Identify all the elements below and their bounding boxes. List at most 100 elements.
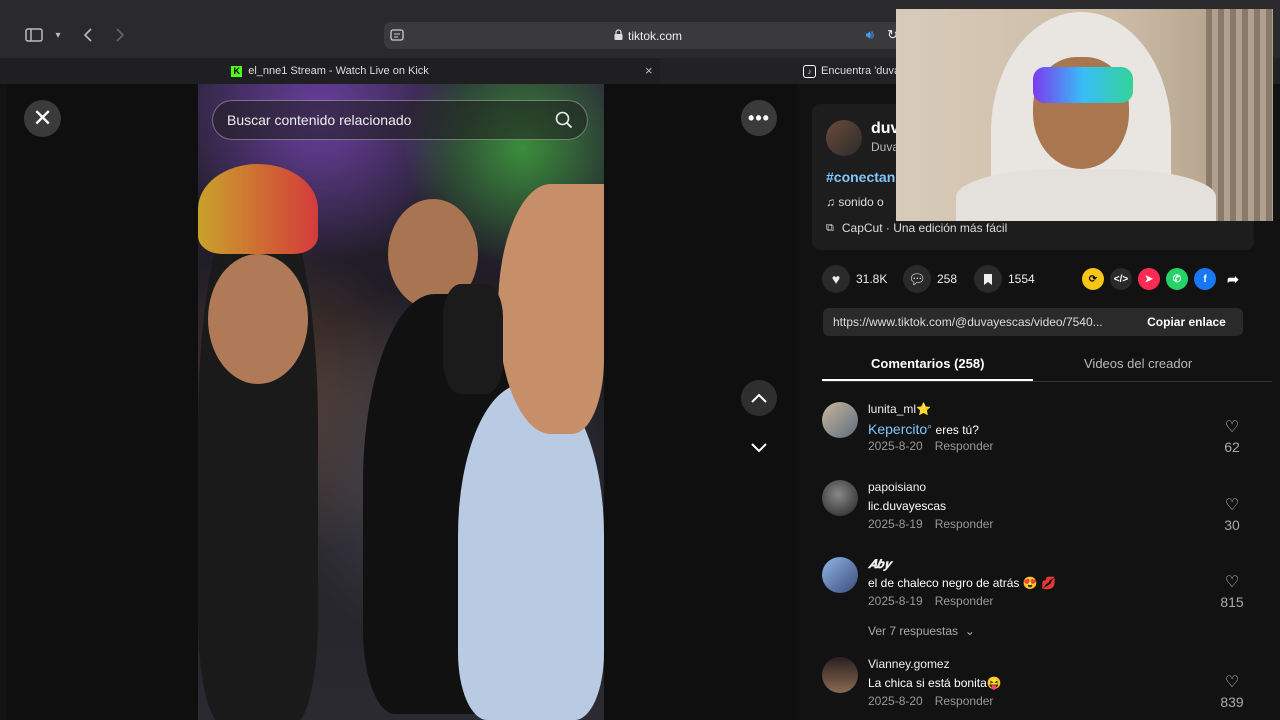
comment-like-count: 62 xyxy=(1224,439,1240,455)
comment-username[interactable]: Vianney.gomez xyxy=(868,657,950,671)
speaker-icon[interactable]: 🔊︎ xyxy=(866,27,874,43)
video-figure xyxy=(198,164,318,254)
share-link-row: https://www.tiktok.com/@duvayescas/video… xyxy=(823,308,1243,336)
more-options-icon[interactable]: ••• xyxy=(741,100,777,136)
comment-date: 2025-8-19 xyxy=(868,594,923,608)
hashtag-link[interactable]: #conectan xyxy=(826,169,895,185)
tab-kick[interactable]: K el_nne1 Stream - Watch Live on Kick × xyxy=(0,58,660,84)
comment-meta: 2025-8-19 Responder xyxy=(868,594,993,608)
creator-avatar[interactable] xyxy=(826,120,862,156)
save-button[interactable]: 1554 xyxy=(974,265,1035,293)
view-replies-button[interactable]: Ver 7 respuestas ⌄ xyxy=(868,624,975,638)
chevron-down-icon[interactable]: ▾ xyxy=(52,22,64,48)
next-video-button[interactable] xyxy=(741,430,777,466)
capcut-link[interactable]: ⧉ CapCut · Una edición más fácil xyxy=(826,221,1007,235)
close-tab-icon[interactable]: × xyxy=(645,63,653,78)
send-icon[interactable]: ➤ xyxy=(1138,268,1160,290)
comment-date: 2025-8-20 xyxy=(868,439,923,453)
chevron-down-icon xyxy=(751,443,767,453)
comment-meta: 2025-8-20 Responder xyxy=(868,694,993,708)
reader-icon[interactable] xyxy=(390,28,404,45)
reply-button[interactable]: Responder xyxy=(935,594,994,608)
comment-like-count: 839 xyxy=(1220,694,1244,710)
like-button[interactable]: ♥ 31.8K xyxy=(822,265,887,293)
lock-icon xyxy=(614,28,623,43)
microphone xyxy=(443,284,503,394)
view-replies-label: Ver 7 respuestas xyxy=(868,624,959,638)
curtain xyxy=(1206,9,1273,221)
tab-creator-videos[interactable]: Videos del creador xyxy=(1084,356,1192,371)
avatar[interactable] xyxy=(822,480,858,516)
avatar[interactable] xyxy=(822,557,858,593)
whatsapp-icon[interactable]: ✆ xyxy=(1166,268,1188,290)
tab-comments[interactable]: Comentarios (258) xyxy=(871,356,984,371)
chevron-down-icon: ⌄ xyxy=(961,624,975,638)
video-figure xyxy=(208,254,308,384)
comment-date: 2025-8-19 xyxy=(868,517,923,531)
search-icon[interactable] xyxy=(555,111,573,132)
capcut-icon: ⧉ xyxy=(826,221,834,234)
comment-button[interactable]: 💬︎ 258 xyxy=(903,265,957,293)
comment-like-button[interactable]: ♡ 815 xyxy=(1218,572,1246,610)
reply-button[interactable]: Responder xyxy=(935,439,994,453)
heart-outline-icon: ♡ xyxy=(1224,497,1240,514)
comment-like-button[interactable]: ♡ 62 xyxy=(1218,417,1246,455)
comment-username[interactable]: lunita_ml⭐ xyxy=(868,402,931,416)
comment-body: el de chaleco negro de atrás 😍 💋 xyxy=(868,576,1056,590)
save-count: 1554 xyxy=(1008,272,1035,286)
heart-outline-icon: ♡ xyxy=(1224,674,1240,691)
video-link[interactable]: https://www.tiktok.com/@duvayescas/video… xyxy=(823,315,1133,329)
comment-item: 𝑨𝒃𝒚 el de chaleco negro de atrás 😍 💋 202… xyxy=(822,557,1252,642)
previous-video-button[interactable] xyxy=(741,380,777,416)
comment-item: lunita_ml⭐ Kepercito⌕ eres tú? 2025-8-20… xyxy=(822,402,1252,462)
comment-like-button[interactable]: ♡ 839 xyxy=(1218,672,1246,710)
active-tab-indicator xyxy=(822,379,1033,381)
comment-body: eres tú? xyxy=(932,423,979,437)
share-icon[interactable]: ➦ xyxy=(1222,268,1244,290)
heart-icon: ♥ xyxy=(822,265,850,293)
comment-like-button[interactable]: ♡ 30 xyxy=(1218,495,1246,533)
comments-tabs: Comentarios (258) Videos del creador xyxy=(822,350,1272,382)
repost-icon[interactable]: ⟳ xyxy=(1082,268,1104,290)
mention-link[interactable]: Kepercito xyxy=(868,421,927,437)
comment-like-count: 815 xyxy=(1220,594,1244,610)
comment-item: papoisiano lic.duvayescas 2025-8-19 Respo… xyxy=(822,480,1252,540)
tiktok-logo-icon: ♪ xyxy=(803,64,816,78)
reply-button[interactable]: Responder xyxy=(935,694,994,708)
close-icon[interactable]: ✕ xyxy=(24,100,61,137)
comment-username[interactable]: papoisiano xyxy=(868,480,926,494)
comment-body: lic.duvayescas xyxy=(868,499,947,513)
webcam-overlay xyxy=(896,9,1273,221)
avatar[interactable] xyxy=(822,657,858,693)
tab-title: el_nne1 Stream - Watch Live on Kick xyxy=(248,65,429,77)
comment-like-count: 30 xyxy=(1224,517,1240,533)
sound-link[interactable]: ♫ sonido o xyxy=(826,195,884,209)
bookmark-icon xyxy=(974,265,1002,293)
streamer-body xyxy=(956,169,1216,221)
tab-tiktok[interactable]: ♪ Encuentra 'duva xyxy=(803,58,903,84)
sidebar-toggle-icon[interactable] xyxy=(24,22,44,48)
search-placeholder: Buscar contenido relacionado xyxy=(227,112,412,128)
reply-button[interactable]: Responder xyxy=(935,517,994,531)
comment-icon: 💬︎ xyxy=(903,265,931,293)
back-icon[interactable] xyxy=(80,22,96,48)
comment-meta: 2025-8-20 Responder xyxy=(868,439,993,453)
related-search-input[interactable]: Buscar contenido relacionado xyxy=(212,100,588,140)
comment-date: 2025-8-20 xyxy=(868,694,923,708)
comment-count: 258 xyxy=(937,272,958,286)
tab-title: Encuentra 'duva xyxy=(821,65,901,77)
copy-link-button[interactable]: Copiar enlace xyxy=(1130,308,1243,336)
comment-username[interactable]: 𝑨𝒃𝒚 xyxy=(868,557,891,572)
sound-title: sonido o xyxy=(838,195,884,209)
facebook-icon[interactable]: f xyxy=(1194,268,1216,290)
heart-outline-icon: ♡ xyxy=(1224,419,1240,436)
embed-icon[interactable]: </> xyxy=(1110,268,1132,290)
forward-icon[interactable] xyxy=(112,22,128,48)
video-figure xyxy=(458,384,604,720)
avatar[interactable] xyxy=(822,402,858,438)
kick-logo-icon: K xyxy=(231,65,243,77)
url-text: tiktok.com xyxy=(627,28,682,43)
comment-text: Kepercito⌕ eres tú? xyxy=(868,421,979,437)
address-bar[interactable]: tiktok.com 🔊︎ ↻ xyxy=(384,22,912,49)
video-player[interactable] xyxy=(198,84,604,720)
